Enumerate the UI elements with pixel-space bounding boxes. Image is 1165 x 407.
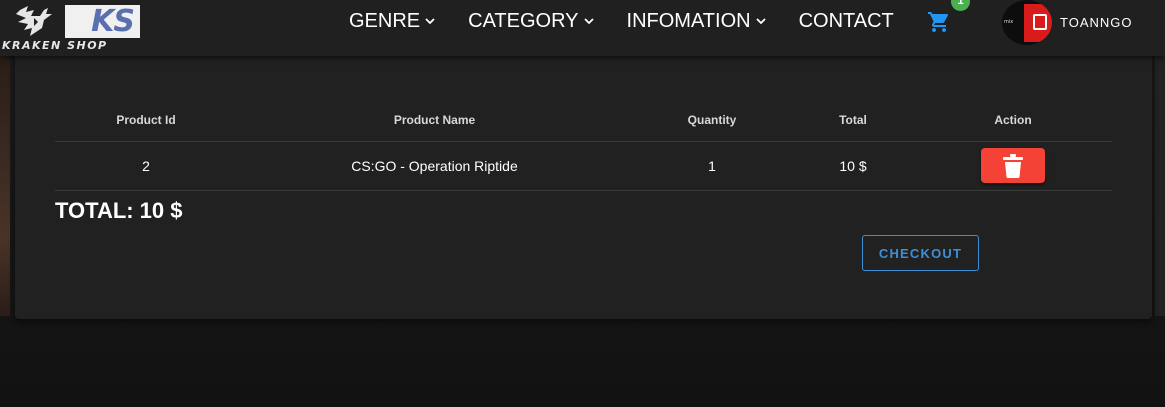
top-navbar: KS KRAKEN SHOP GENRE CATEGORY INFOMATION… [0, 0, 1165, 56]
header-product-id: Product Id [55, 100, 237, 142]
chevron-down-icon [755, 18, 766, 25]
order-total-value: 10 $ [139, 198, 183, 223]
cell-product-name: CS:GO - Operation Riptide [237, 141, 632, 191]
avatar-text: mix [1004, 19, 1014, 25]
shop-logo[interactable]: KS KRAKEN SHOP [0, 0, 145, 56]
nav-category[interactable]: CATEGORY [468, 9, 594, 33]
cart-card: Product Id Product Name Quantity Total A… [15, 56, 1152, 319]
cart-table: Product Id Product Name Quantity Total A… [55, 100, 1112, 191]
main-nav: GENRE CATEGORY INFOMATION CONTACT [349, 0, 927, 42]
cart-icon[interactable] [927, 10, 951, 34]
table-row: 2 CS:GO - Operation Riptide 1 10 $ [55, 141, 1112, 191]
cell-total: 10 $ [792, 141, 914, 191]
nav-contact-label: CONTACT [798, 9, 894, 32]
nav-genre-label: GENRE [349, 9, 421, 32]
avatar-box-icon [1033, 14, 1047, 30]
chevron-down-icon [425, 18, 435, 25]
nav-information-label: INFOMATION [626, 9, 751, 32]
order-total-label: TOTAL: [55, 198, 134, 223]
trash-icon [1003, 153, 1023, 178]
header-action: Action [914, 100, 1112, 142]
checkout-button[interactable]: CHECKOUT [862, 235, 979, 271]
logo-wordmark: KRAKEN SHOP [2, 39, 108, 52]
user-menu[interactable]: mix TOANNGO [1002, 0, 1133, 45]
username: TOANNGO [1060, 15, 1133, 30]
order-total: TOTAL: 10 $ [55, 198, 182, 224]
chevron-down-icon [583, 18, 594, 25]
nav-category-label: CATEGORY [468, 9, 579, 32]
nav-genre[interactable]: GENRE [349, 10, 435, 33]
header-total: Total [792, 100, 914, 142]
nav-contact[interactable]: CONTACT [799, 10, 894, 33]
kraken-bird-icon [16, 6, 52, 36]
background-image-edge [0, 56, 10, 316]
table-header-row: Product Id Product Name Quantity Total A… [55, 100, 1112, 142]
cart-count-badge: 1 [951, 0, 970, 11]
nav-information[interactable]: INFOMATION [627, 10, 766, 33]
cell-product-id: 2 [55, 141, 237, 191]
header-quantity: Quantity [632, 100, 792, 142]
background-edge-right [1155, 56, 1165, 316]
cell-quantity: 1 [632, 141, 792, 191]
avatar: mix [1002, 0, 1052, 45]
delete-item-button[interactable] [981, 148, 1045, 183]
logo-ks-mark: KS [65, 5, 140, 38]
header-product-name: Product Name [237, 100, 632, 142]
cell-action [914, 141, 1112, 191]
